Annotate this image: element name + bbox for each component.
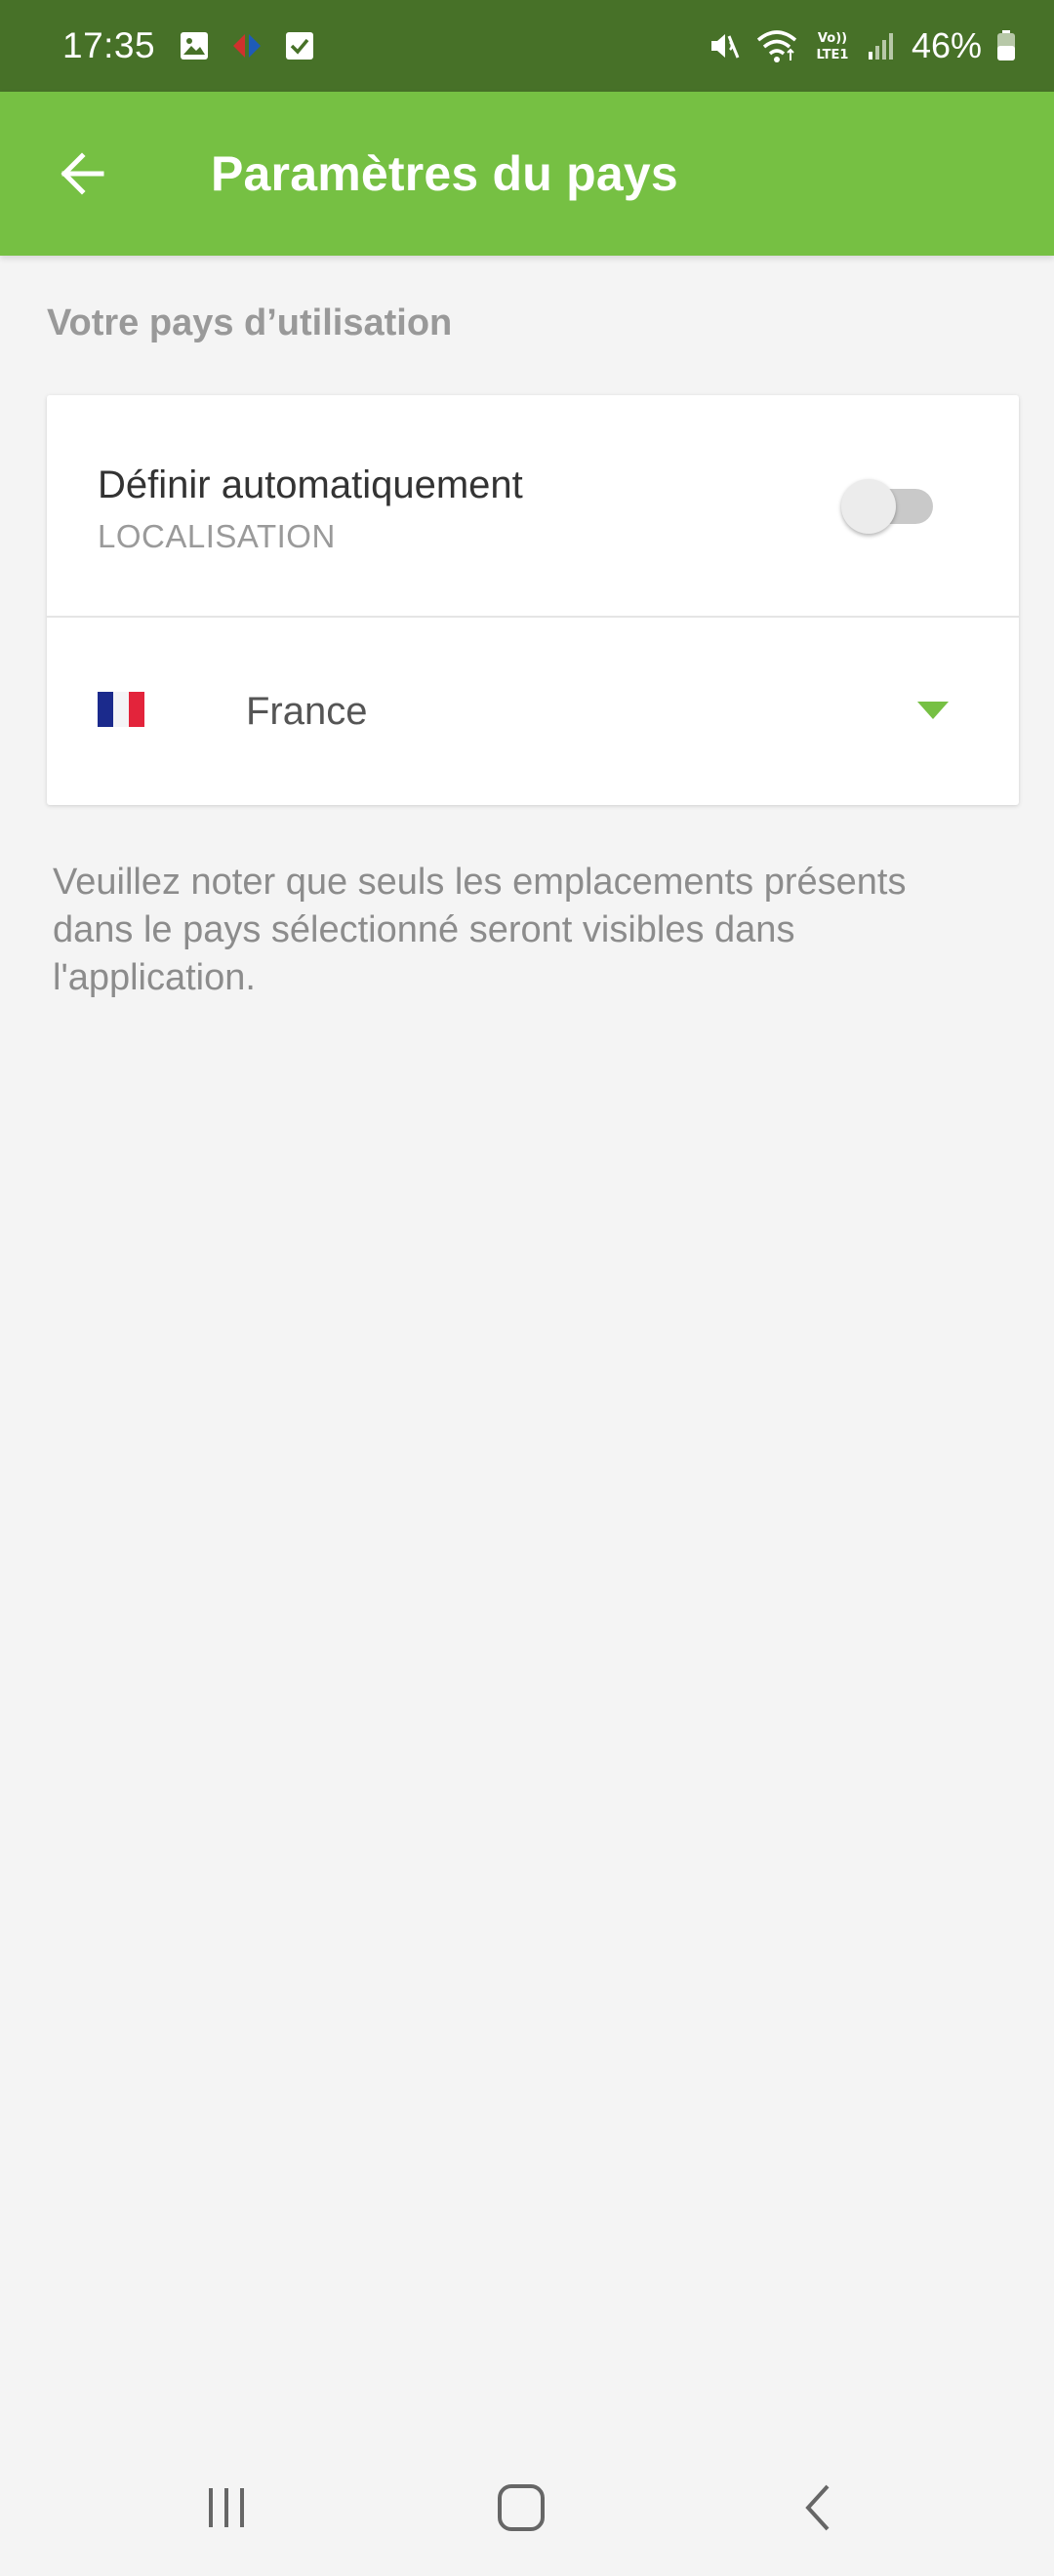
visibility-note: Veuillez noter que seuls les emplacement… [53,862,907,998]
recent-apps-icon [209,2488,244,2527]
app-bar: Paramètres du pays [0,92,1054,256]
home-icon [498,2484,545,2531]
country-dropdown[interactable]: France [47,618,1019,805]
auto-detect-toggle[interactable] [841,479,939,534]
arrow-left-icon [61,152,104,195]
auto-detect-subtitle: LOCALISATION [98,518,336,554]
battery-percent: 46% [911,25,982,65]
checkbox-icon [286,32,314,60]
dropdown-arrow-icon [917,702,949,719]
svg-text:Vo)): Vo)) [818,31,847,46]
selected-country: France [246,690,368,733]
svg-text:LTE1: LTE1 [816,48,848,62]
carrefour-icon [233,34,262,58]
wifi-icon [756,30,797,62]
battery-icon [997,30,1015,60]
recent-apps-button[interactable] [187,2478,265,2537]
image-icon [181,32,209,60]
mute-icon [710,34,740,59]
back-icon [805,2484,830,2531]
section-label: Votre pays d’utilisation [47,302,453,343]
status-bar: 17:35 Vo)) LTE1 46% [0,0,1054,92]
auto-detect-row[interactable]: Définir automatiquement LOCALISATION [47,395,1019,618]
back-button[interactable] [49,141,115,207]
country-settings-card: Définir automatiquement LOCALISATION Fra… [47,395,1019,805]
signal-icon [868,33,893,60]
page-title: Paramètres du pays [211,146,678,201]
auto-detect-title: Définir automatiquement [98,463,523,506]
volte-icon: Vo)) LTE1 [816,31,848,62]
france-flag-icon [98,692,144,727]
toggle-thumb [841,479,896,534]
status-time: 17:35 [62,25,156,65]
system-nav-bar [0,2439,1054,2576]
home-button[interactable] [482,2478,560,2537]
nav-back-button[interactable] [779,2478,857,2537]
